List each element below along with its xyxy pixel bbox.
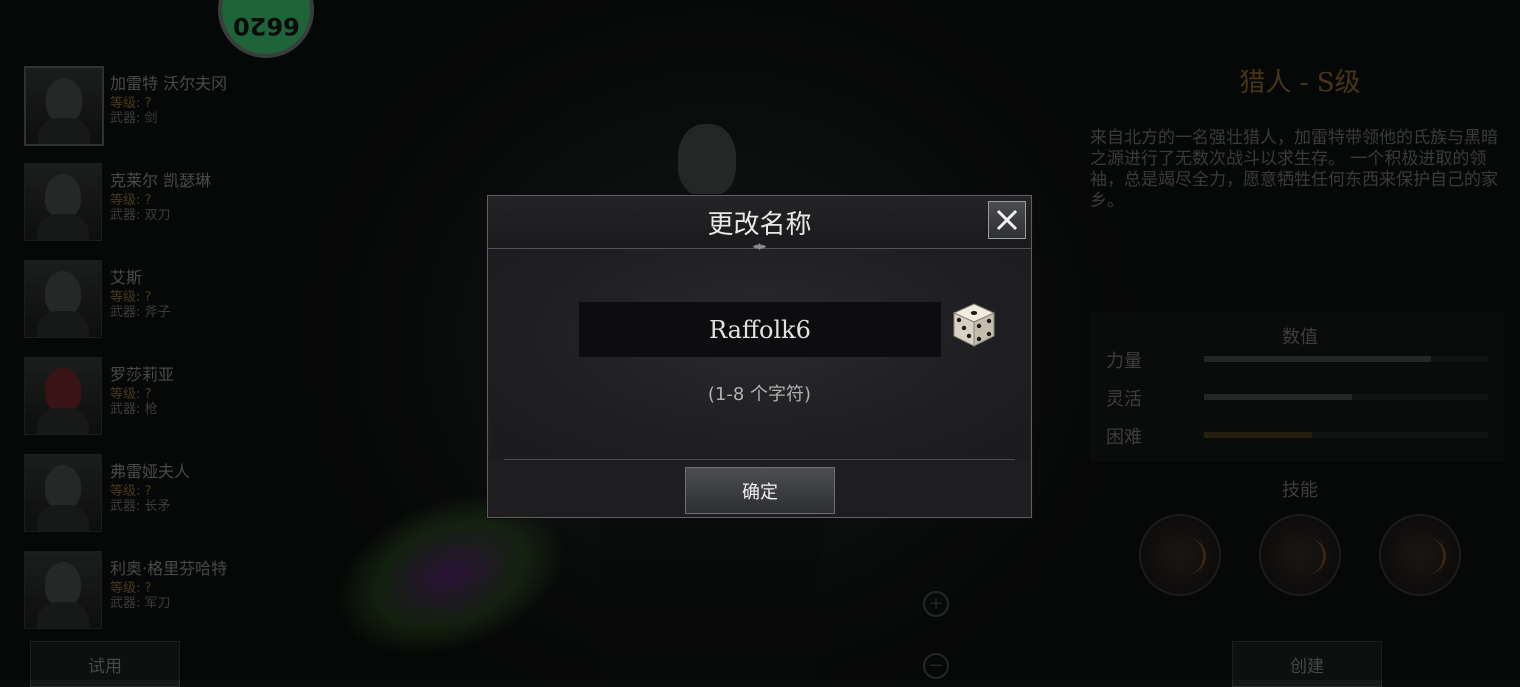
divider bbox=[504, 459, 1015, 460]
name-length-hint: (1-8 个字符) bbox=[707, 384, 812, 405]
close-icon bbox=[996, 209, 1018, 231]
dialog-title: 更改名称 bbox=[707, 210, 812, 240]
rename-dialog: 更改名称 ◂◆▸ (1-8 个字符) 确定 bbox=[487, 195, 1032, 518]
confirm-button[interactable]: 确定 bbox=[685, 467, 835, 514]
dice-icon[interactable] bbox=[951, 302, 997, 348]
close-button[interactable] bbox=[988, 201, 1026, 239]
dialog-header: 更改名称 ◂◆▸ bbox=[488, 196, 1031, 252]
name-input[interactable] bbox=[579, 302, 941, 357]
